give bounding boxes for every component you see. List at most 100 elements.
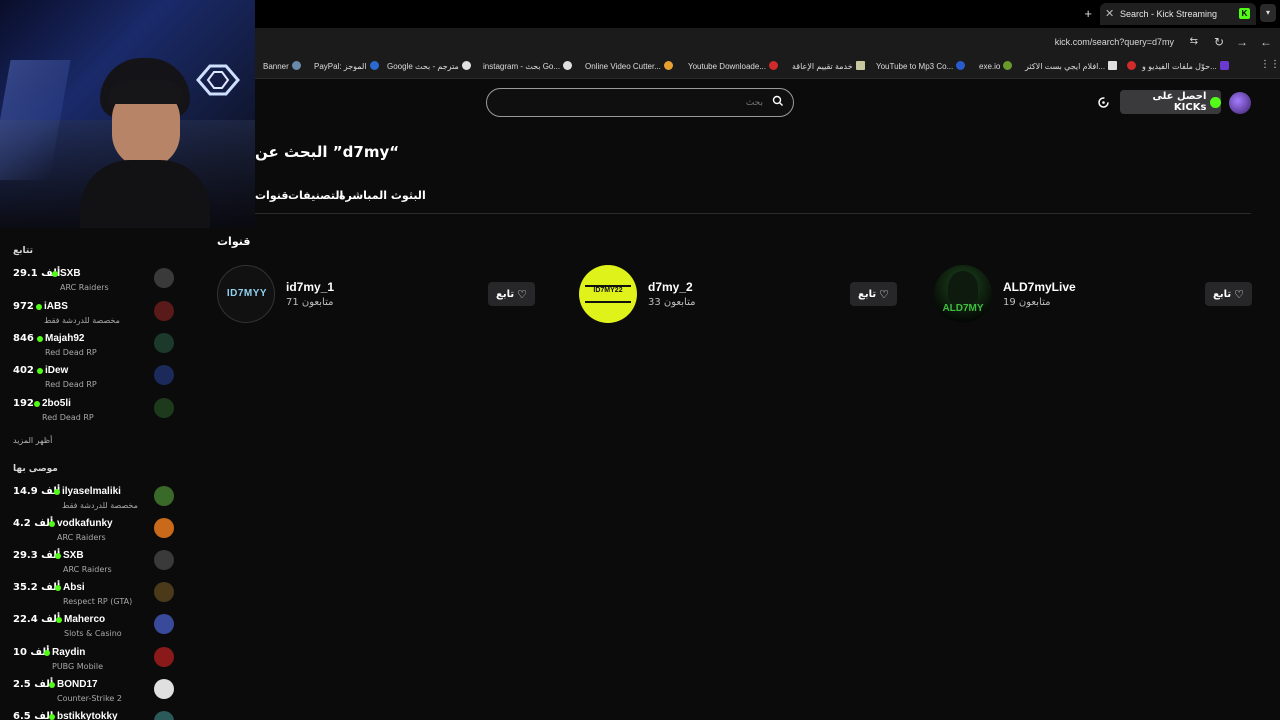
follow-button[interactable]: تابع ♡ <box>850 282 897 306</box>
channel-avatar <box>154 268 174 288</box>
heart-icon: ♡ <box>1234 287 1244 301</box>
bookmark-item[interactable]: حوّل ملفات الفيديو و... <box>1127 61 1229 71</box>
follow-button[interactable]: تابع ♡ <box>488 282 535 306</box>
tabs-divider <box>255 213 1251 214</box>
channel-name[interactable]: ALD7myLive <box>1003 280 1076 294</box>
close-tab-icon[interactable]: ✕ <box>1105 7 1114 20</box>
live-dot-icon <box>44 650 50 656</box>
live-dot-icon <box>52 271 58 277</box>
live-dot-icon <box>55 585 61 591</box>
forward-icon[interactable]: → <box>1236 35 1248 49</box>
back-icon[interactable]: ← <box>1260 35 1272 49</box>
heart-icon: ♡ <box>879 287 889 301</box>
site-settings-icon[interactable]: ⇆ <box>1190 36 1198 47</box>
bookmark-item[interactable]: Online Video Cutter... <box>585 61 673 71</box>
kick-favicon-icon: K <box>1239 8 1250 19</box>
channel-name[interactable]: id7my_1 <box>286 280 334 294</box>
user-avatar[interactable] <box>1229 92 1251 114</box>
bookmark-item[interactable]: exe.io <box>979 61 1013 71</box>
sidebar-channel[interactable]: 402 iDew Red Dead RP <box>0 365 190 397</box>
channel-avatar: ALD7MY <box>934 265 992 323</box>
sidebar-channel[interactable]: 6.5 ألف bstikkytokky <box>0 711 190 720</box>
sidebar-channel[interactable]: 29.1 ألف SXB ARC Raiders <box>0 268 190 300</box>
channel-avatar: ID7MYY <box>217 265 275 323</box>
address-bar: ← → ↻ ⇆ kick.com/search?query=d7my <box>255 28 1280 55</box>
bookmarks-bar: Banner PayPal: الموجز Google مترجم - بحث… <box>255 55 1280 79</box>
live-dot-icon <box>34 401 40 407</box>
tab-channels[interactable]: قنوات <box>255 189 288 202</box>
show-more-link[interactable]: أظهر المزيد <box>13 436 52 445</box>
youtube-icon <box>1127 61 1136 70</box>
search-bar[interactable] <box>486 88 794 117</box>
sidebar-channel[interactable]: 22.4 ألف Maherco Slots & Casino <box>0 614 190 646</box>
sidebar-channel[interactable]: 4.2 ألف vodkafunky ARC Raiders <box>0 518 190 550</box>
google-icon <box>563 61 573 70</box>
channel-card[interactable]: ALD7MY ALD7myLive 19 متابعون تابع ♡ <box>934 265 1252 325</box>
mp3-converter-icon <box>956 61 966 70</box>
channel-avatar <box>154 301 174 321</box>
youtube-downloader-icon <box>769 61 778 70</box>
browser-tab[interactable]: ✕ Search - Kick Streaming K <box>1100 3 1256 25</box>
bookmark-item[interactable]: افلام ايجي بست الاكثر... <box>1025 61 1118 71</box>
channel-followers: 33 متابعون <box>648 297 696 308</box>
tab-search-menu-icon[interactable]: ▾ <box>1260 4 1276 22</box>
channel-avatar <box>154 518 174 538</box>
sidebar-channel[interactable]: 35.2 ألف Absi Respect RP (GTA) <box>0 582 190 614</box>
bookmark-item[interactable]: PayPal: الموجز <box>314 61 379 71</box>
kicks-activity-icon[interactable] <box>1097 96 1110 109</box>
channel-avatar <box>154 711 174 720</box>
channel-avatar <box>154 582 174 602</box>
following-heading: تتابع <box>13 246 33 256</box>
sidebar-channel[interactable]: 14.9 ألف ilyaselmaliki مخصصة للدردشة فقط <box>0 486 190 518</box>
paypal-icon <box>369 61 379 70</box>
reload-icon[interactable]: ↻ <box>1214 35 1224 49</box>
new-tab-button[interactable]: + <box>1084 6 1092 21</box>
channel-name[interactable]: d7my_2 <box>648 280 693 294</box>
video-converter-icon <box>1219 61 1229 70</box>
sidebar-channel[interactable]: 29.3 ألف SXB ARC Raiders <box>0 550 190 582</box>
live-dot-icon <box>49 521 55 527</box>
channel-avatar <box>154 550 174 570</box>
channel-avatar <box>154 614 174 634</box>
tab-title: Search - Kick Streaming <box>1120 9 1218 19</box>
sidebar-channel[interactable]: 846 Majah92 Red Dead RP <box>0 333 190 365</box>
search-icon <box>772 95 783 106</box>
channel-avatar <box>154 365 174 385</box>
url-field[interactable]: kick.com/search?query=d7my <box>1055 37 1174 47</box>
page-title: البحث عن ”d7my“ <box>255 143 400 161</box>
google-icon <box>461 61 471 70</box>
sidebar-channel[interactable]: 10 ألف Raydin PUBG Mobile <box>0 647 190 679</box>
live-dot-icon <box>49 682 55 688</box>
get-kicks-button[interactable]: احصل على KICKs <box>1120 90 1221 114</box>
channel-card[interactable]: ID7MYY id7my_1 71 متابعون تابع ♡ <box>217 265 535 325</box>
sidebar-channel[interactable]: 2.5 ألف BOND17 Counter-Strike 2 <box>0 679 190 711</box>
bookmark-item[interactable]: Google مترجم - بحث <box>387 61 471 71</box>
bookmark-item[interactable]: Banner <box>263 61 301 71</box>
apps-grid-icon[interactable]: ⋮⋮ <box>1260 59 1280 70</box>
sidebar-channel[interactable]: 192 2bo5li Red Dead RP <box>0 398 190 430</box>
channel-followers: 71 متابعون <box>286 297 334 308</box>
channel-avatar <box>154 486 174 506</box>
channel-avatar <box>154 679 174 699</box>
live-dot-icon <box>36 304 42 310</box>
live-dot-icon <box>37 368 43 374</box>
follow-button[interactable]: تابع ♡ <box>1205 282 1252 306</box>
neon-light-icon <box>196 64 240 96</box>
search-input[interactable] <box>497 95 763 111</box>
exe-io-icon <box>1003 61 1013 70</box>
bookmark-item[interactable]: YouTube to Mp3 Co... <box>876 61 966 71</box>
kicks-icon <box>1210 96 1221 108</box>
bookmark-item[interactable]: Youtube Downloade... <box>688 61 778 71</box>
channel-avatar <box>154 647 174 667</box>
bookmark-icon <box>291 61 301 70</box>
live-dot-icon <box>49 714 55 720</box>
channel-avatar <box>154 333 174 353</box>
tab-live[interactable]: البثوث المباشرة <box>339 189 426 202</box>
channel-card[interactable]: ID7MY22 d7my_2 33 متابعون تابع ♡ <box>579 265 897 325</box>
tab-categories[interactable]: التصنيفات <box>288 189 343 202</box>
webcam-overlay <box>0 0 255 228</box>
bookmark-item[interactable]: خدمة تقييم الإعاقة <box>792 61 865 71</box>
sidebar-channel[interactable]: 972 iABS مخصصة للدردشة فقط <box>0 301 190 333</box>
bookmark-item[interactable]: instagram - بحث Go... <box>483 61 573 71</box>
channels-heading: قنوات <box>217 235 251 248</box>
